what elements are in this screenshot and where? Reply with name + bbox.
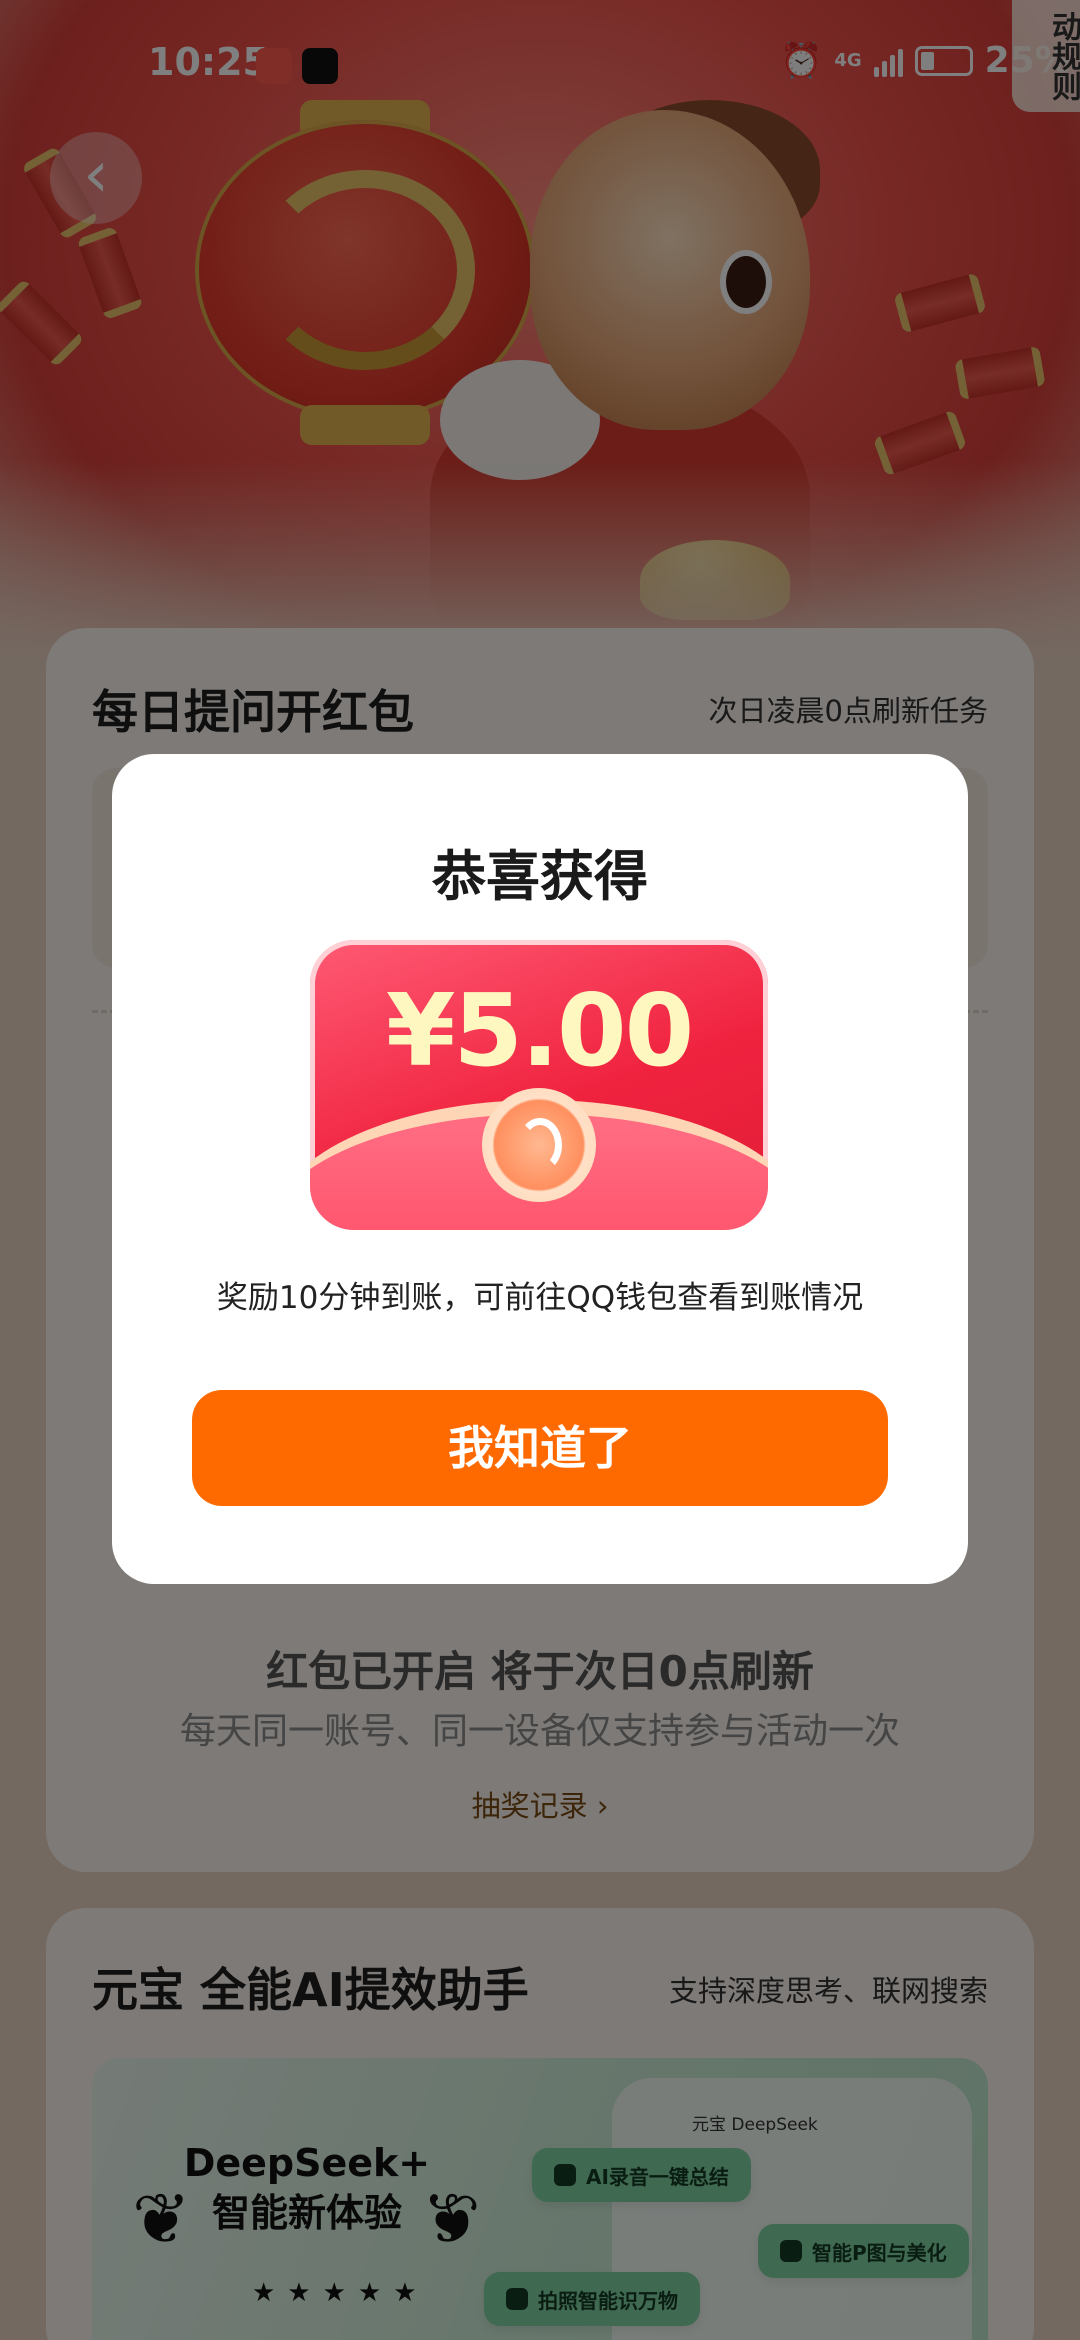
modal-title: 恭喜获得	[432, 845, 648, 908]
coin-logo	[518, 1118, 562, 1172]
reward-description: 奖励10分钟到账，可前往QQ钱包查看到账情况	[216, 1280, 864, 1316]
reward-modal: 恭喜获得 ¥5.00 奖励10分钟到账，可前往QQ钱包查看到账情况 我知道了	[112, 754, 968, 1584]
reward-amount: ¥5.00	[385, 972, 694, 1089]
yuanbao-coin-icon	[482, 1088, 596, 1202]
got-it-button[interactable]: 我知道了	[192, 1390, 888, 1506]
red-envelope: ¥5.00	[310, 940, 768, 1230]
